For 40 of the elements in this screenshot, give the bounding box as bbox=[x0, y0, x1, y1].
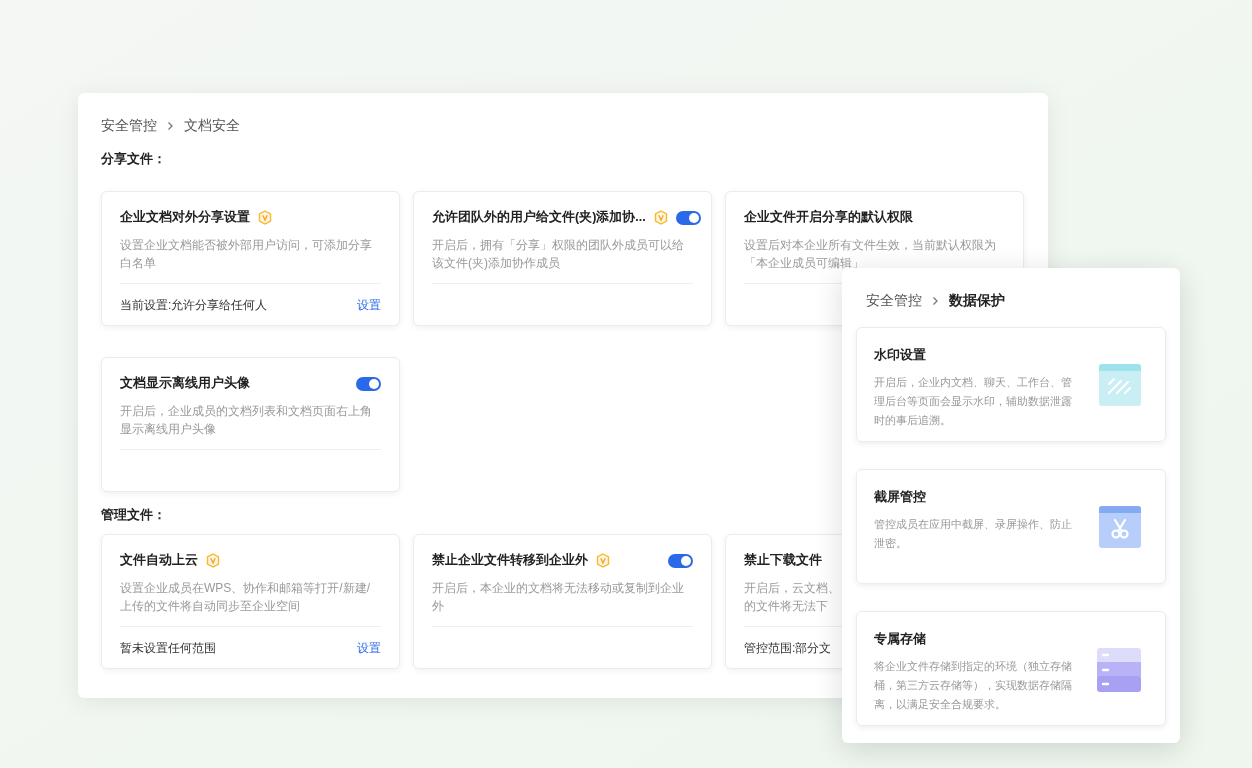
card-title: 禁止下载文件 bbox=[744, 552, 822, 570]
card-description: 开启后，拥有「分享」权限的团队外成员可以给 该文件(夹)添加协作成员 bbox=[432, 236, 685, 272]
card-title: 企业文档对外分享设置 bbox=[120, 209, 250, 227]
breadcrumb-link[interactable]: 文档安全 bbox=[184, 115, 240, 136]
feature-card[interactable]: 水印设置 开启后，企业内文档、聊天、工作台、管 理后台等页面会显示水印，辅助数据泄露 时的事后追溯。 bbox=[856, 327, 1166, 442]
toggle-switch[interactable] bbox=[356, 376, 381, 391]
section-heading: 管理文件： bbox=[101, 506, 166, 524]
watermark-icon bbox=[1099, 364, 1141, 406]
chevron-icon bbox=[167, 120, 174, 131]
current-setting-text: 暂未设置任何范围 bbox=[120, 639, 216, 657]
card-title: 允许团队外的用户给文件(夹)添加协... bbox=[432, 209, 646, 227]
settings-link[interactable]: 设置 bbox=[357, 638, 381, 657]
card-title: 企业文件开启分享的默认权限 bbox=[744, 208, 913, 227]
chevron-icon bbox=[932, 295, 939, 306]
current-setting-text: 管控范围:部分文 bbox=[744, 639, 832, 657]
card-description: 开启后，本企业的文档将无法移动或复制到企业 外 bbox=[432, 579, 685, 615]
current-setting-text: 当前设置:允许分享给任何人 bbox=[120, 296, 268, 314]
toggle-switch[interactable] bbox=[668, 553, 693, 568]
feature-description: 开启后，企业内文档、聊天、工作台、管 理后台等页面会显示水印，辅助数据泄露 时的事后追溯。 bbox=[874, 374, 1072, 428]
card-title: 文件自动上云 bbox=[120, 552, 198, 570]
card-description: 开启后，云文档、 的文件将无法下 bbox=[744, 579, 841, 615]
card-title: 文档显示离线用户头像 bbox=[120, 374, 250, 393]
settings-link[interactable]: 设置 bbox=[357, 295, 381, 314]
breadcrumb-link[interactable]: 安全管控 bbox=[101, 115, 157, 136]
card-description: 开启后，企业成员的文档列表和文档页面右上角 显示离线用户头像 bbox=[120, 402, 373, 438]
card-description: 设置后对本企业所有文件生效，当前默认权限为 「本企业成员可编辑」 bbox=[744, 236, 997, 272]
toggle-switch[interactable] bbox=[675, 210, 701, 225]
breadcrumb-link[interactable]: 安全管控 bbox=[866, 290, 922, 311]
storage-stack-icon bbox=[1097, 648, 1141, 692]
card-title: 禁止企业文件转移到企业外 bbox=[432, 552, 588, 570]
card-description: 设置企业成员在WPS、协作和邮箱等打开/新建/ 上传的文件将自动同步至企业空间 bbox=[120, 579, 371, 615]
section-heading: 分享文件： bbox=[101, 151, 166, 168]
feature-title: 专属存储 bbox=[874, 631, 927, 648]
breadcrumb-link[interactable]: 数据保护 bbox=[949, 290, 1005, 311]
feature-title: 水印设置 bbox=[874, 347, 927, 364]
feature-card[interactable]: 截屏管控 管控成员在应用中截屏、录屏操作、防止 泄密。 bbox=[856, 469, 1166, 584]
feature-description: 管控成员在应用中截屏、录屏操作、防止 泄密。 bbox=[874, 516, 1072, 551]
card-description: 设置企业文档能否被外部用户访问，可添加分享 白名单 bbox=[120, 236, 373, 272]
feature-title: 截屏管控 bbox=[874, 489, 927, 506]
scissors-icon bbox=[1099, 506, 1141, 548]
